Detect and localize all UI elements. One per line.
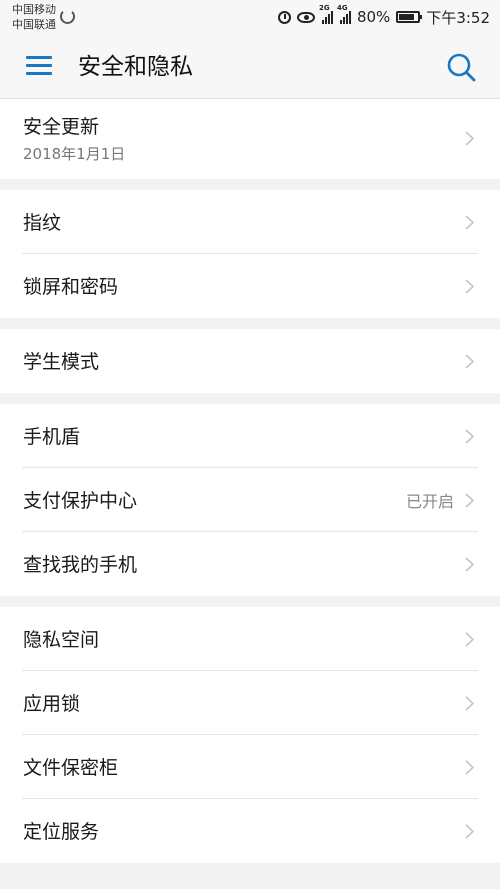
chevron-right-icon bbox=[465, 215, 474, 230]
chevron-right-icon bbox=[465, 696, 474, 711]
chevron-right-icon bbox=[465, 824, 474, 839]
app-lock-item[interactable]: 应用锁 bbox=[0, 671, 500, 735]
item-label: 支付保护中心 bbox=[23, 490, 138, 512]
item-label: 隐私空间 bbox=[23, 629, 100, 651]
student-mode-item[interactable]: 学生模式 bbox=[0, 329, 500, 393]
status-icons: 2G 4G 80% 下午3:52 bbox=[272, 4, 490, 27]
item-label: 锁屏和密码 bbox=[23, 276, 119, 298]
menu-icon[interactable] bbox=[26, 56, 52, 76]
chevron-right-icon bbox=[465, 557, 474, 572]
item-label: 学生模式 bbox=[23, 351, 100, 373]
item-label: 手机盾 bbox=[23, 426, 81, 448]
carrier-1-label: 中国移动 bbox=[12, 3, 56, 16]
eye-comfort-icon bbox=[296, 11, 315, 23]
battery-icon bbox=[396, 11, 423, 23]
payment-protection-item[interactable]: 支付保护中心 已开启 bbox=[0, 468, 500, 532]
app-bar: 安全和隐私 bbox=[0, 36, 500, 99]
chevron-right-icon bbox=[465, 429, 474, 444]
network-2-label: 4G bbox=[336, 4, 348, 12]
settings-group-protection: 手机盾 支付保护中心 已开启 查找我的手机 bbox=[0, 404, 500, 596]
loading-icon bbox=[60, 9, 75, 24]
item-status-value: 已开启 bbox=[405, 492, 454, 511]
search-icon[interactable] bbox=[446, 52, 476, 82]
phone-shield-item[interactable]: 手机盾 bbox=[0, 404, 500, 468]
alarm-icon bbox=[277, 10, 291, 24]
item-label: 应用锁 bbox=[23, 693, 81, 715]
settings-group-privacy: 隐私空间 应用锁 文件保密柜 定位服务 bbox=[0, 607, 500, 863]
settings-group-update: 安全更新 2018年1月1日 bbox=[0, 99, 500, 179]
item-label: 定位服务 bbox=[23, 821, 100, 843]
item-label: 查找我的手机 bbox=[23, 554, 138, 576]
lock-screen-password-item[interactable]: 锁屏和密码 bbox=[0, 254, 500, 318]
item-label: 文件保密柜 bbox=[23, 757, 119, 779]
page-title: 安全和隐私 bbox=[78, 54, 193, 80]
network-1-label: 2G bbox=[318, 4, 330, 12]
item-label: 指纹 bbox=[23, 212, 62, 234]
chevron-right-icon bbox=[465, 632, 474, 647]
chevron-right-icon bbox=[465, 279, 474, 294]
signal-2-icon: 4G bbox=[337, 4, 351, 24]
clock: 下午3:52 bbox=[426, 8, 490, 27]
item-subtitle: 2018年1月1日 bbox=[23, 145, 126, 163]
chevron-right-icon bbox=[465, 354, 474, 369]
settings-group-student: 学生模式 bbox=[0, 329, 500, 393]
chevron-right-icon bbox=[465, 493, 474, 508]
battery-percent: 80% bbox=[356, 8, 391, 26]
find-my-phone-item[interactable]: 查找我的手机 bbox=[0, 532, 500, 596]
status-bar: 中国移动 中国联通 2G 4G 80% 下午3:52 bbox=[0, 0, 500, 36]
settings-group-lock: 指纹 锁屏和密码 bbox=[0, 190, 500, 318]
chevron-right-icon bbox=[465, 760, 474, 775]
private-space-item[interactable]: 隐私空间 bbox=[0, 607, 500, 671]
item-label: 安全更新 bbox=[23, 116, 100, 138]
fingerprint-item[interactable]: 指纹 bbox=[0, 190, 500, 254]
file-safe-item[interactable]: 文件保密柜 bbox=[0, 735, 500, 799]
carrier-2-label: 中国联通 bbox=[12, 18, 56, 31]
chevron-right-icon bbox=[465, 131, 474, 146]
signal-1-icon: 2G bbox=[319, 4, 333, 24]
security-update-item[interactable]: 安全更新 2018年1月1日 bbox=[0, 99, 500, 179]
settings-list: 安全更新 2018年1月1日 指纹 锁屏和密码 学生模式 手机盾 支付保护中心 … bbox=[0, 99, 500, 863]
location-services-item[interactable]: 定位服务 bbox=[0, 799, 500, 863]
